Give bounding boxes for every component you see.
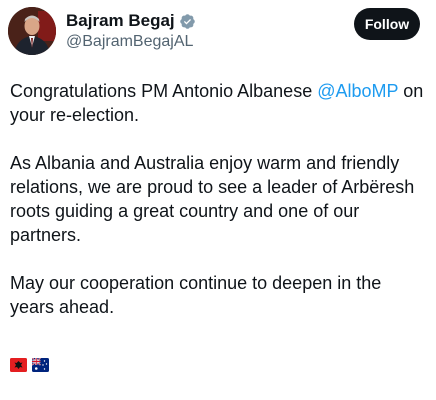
albania-flag-icon bbox=[10, 358, 27, 372]
avatar[interactable] bbox=[8, 7, 56, 55]
author-name-row: Bajram Begaj bbox=[66, 10, 196, 32]
follow-button[interactable]: Follow bbox=[354, 8, 420, 40]
author-handle[interactable]: @BajramBegajAL bbox=[66, 32, 193, 52]
tweet-paragraph-1-prefix: Congratulations PM Antonio Albanese bbox=[10, 81, 318, 101]
mention-link[interactable]: @AlboMP bbox=[317, 81, 398, 101]
tweet-paragraph-1: Congratulations PM Antonio Albanese @Alb… bbox=[10, 79, 426, 127]
tweet-paragraph-3: May our cooperation continue to deepen i… bbox=[10, 273, 382, 317]
tweet-paragraph-2: As Albania and Australia enjoy warm and … bbox=[10, 153, 415, 245]
australia-flag-icon bbox=[32, 358, 49, 372]
author-display-name[interactable]: Bajram Begaj bbox=[66, 10, 175, 32]
avatar-portrait-icon bbox=[8, 7, 56, 55]
verified-badge-icon bbox=[179, 13, 196, 30]
tweet-card: Bajram Begaj @BajramBegajAL Follow Congr… bbox=[0, 0, 436, 400]
flag-emojis bbox=[10, 358, 54, 372]
tweet-text: Congratulations PM Antonio Albanese @Alb… bbox=[10, 79, 426, 343]
